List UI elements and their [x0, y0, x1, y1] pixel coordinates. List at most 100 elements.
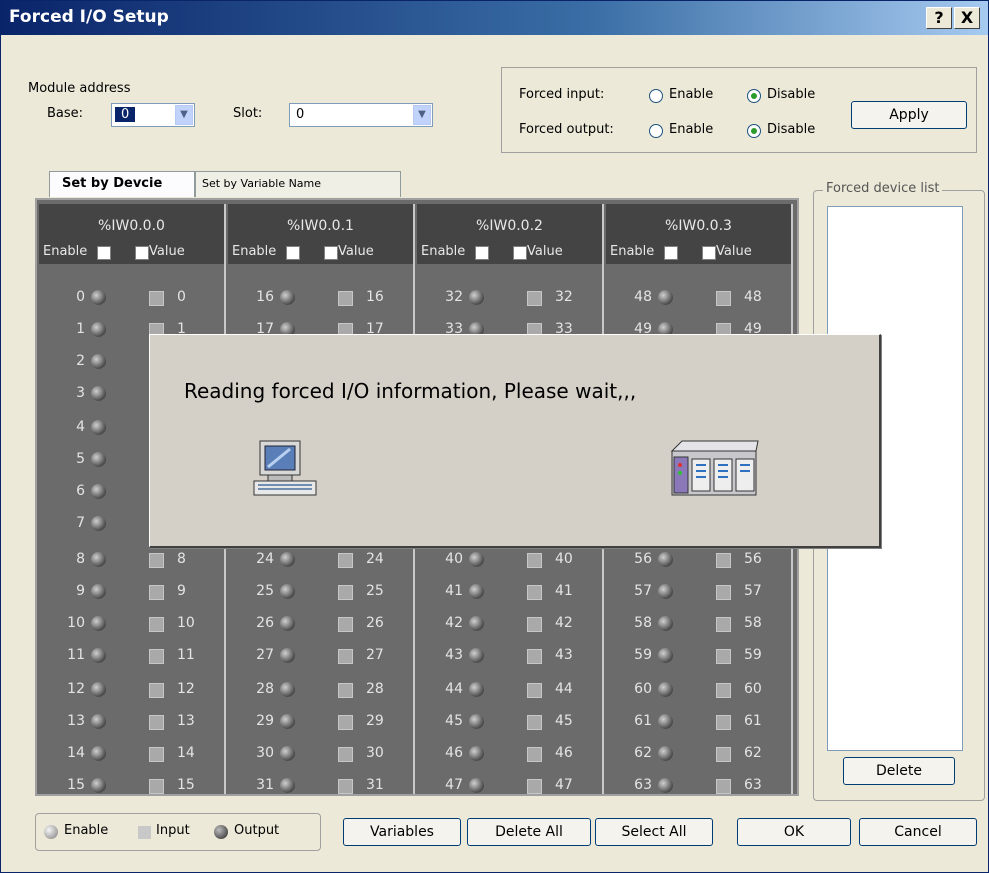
input-square-icon[interactable]: [527, 747, 542, 762]
input-square-icon[interactable]: [527, 553, 542, 568]
output-led-icon[interactable]: [91, 746, 106, 761]
forced-input-enable-radio[interactable]: [649, 89, 663, 103]
cancel-button[interactable]: Cancel: [859, 818, 977, 846]
input-square-icon[interactable]: [716, 585, 731, 600]
output-led-icon[interactable]: [280, 616, 295, 631]
output-led-icon[interactable]: [91, 386, 106, 401]
input-square-icon[interactable]: [716, 553, 731, 568]
input-square-icon[interactable]: [149, 553, 164, 568]
output-led-icon[interactable]: [469, 290, 484, 305]
delete-all-button[interactable]: Delete All: [467, 818, 591, 846]
output-led-icon[interactable]: [91, 714, 106, 729]
output-led-icon[interactable]: [658, 648, 673, 663]
output-led-icon[interactable]: [658, 290, 673, 305]
output-led-icon[interactable]: [280, 746, 295, 761]
input-square-icon[interactable]: [149, 747, 164, 762]
output-led-icon[interactable]: [91, 322, 106, 337]
input-square-icon[interactable]: [149, 715, 164, 730]
value-checkbox[interactable]: [135, 246, 149, 260]
input-square-icon[interactable]: [527, 585, 542, 600]
input-square-icon[interactable]: [149, 585, 164, 600]
output-led-icon[interactable]: [91, 420, 106, 435]
output-led-icon[interactable]: [91, 616, 106, 631]
input-square-icon[interactable]: [527, 291, 542, 306]
input-square-icon[interactable]: [527, 649, 542, 664]
output-led-icon[interactable]: [658, 682, 673, 697]
input-square-icon[interactable]: [338, 715, 353, 730]
input-square-icon[interactable]: [716, 617, 731, 632]
output-led-icon[interactable]: [91, 648, 106, 663]
output-led-icon[interactable]: [91, 552, 106, 567]
output-led-icon[interactable]: [469, 682, 484, 697]
tab-set-by-variable-name[interactable]: Set by Variable Name: [195, 171, 401, 197]
output-led-icon[interactable]: [280, 290, 295, 305]
output-led-icon[interactable]: [91, 778, 106, 793]
input-square-icon[interactable]: [716, 649, 731, 664]
input-square-icon[interactable]: [149, 683, 164, 698]
output-led-icon[interactable]: [91, 290, 106, 305]
value-checkbox[interactable]: [324, 246, 338, 260]
input-square-icon[interactable]: [338, 649, 353, 664]
input-square-icon[interactable]: [338, 683, 353, 698]
output-led-icon[interactable]: [91, 516, 106, 531]
enable-checkbox[interactable]: [475, 246, 489, 260]
output-led-icon[interactable]: [469, 584, 484, 599]
enable-checkbox[interactable]: [97, 246, 111, 260]
output-led-icon[interactable]: [469, 648, 484, 663]
output-led-icon[interactable]: [469, 616, 484, 631]
output-led-icon[interactable]: [280, 714, 295, 729]
input-square-icon[interactable]: [338, 553, 353, 568]
input-square-icon[interactable]: [716, 715, 731, 730]
output-led-icon[interactable]: [280, 648, 295, 663]
chevron-down-icon[interactable]: ▼: [413, 105, 431, 125]
select-all-button[interactable]: Select All: [595, 818, 713, 846]
input-square-icon[interactable]: [338, 585, 353, 600]
output-led-icon[interactable]: [280, 778, 295, 793]
input-square-icon[interactable]: [527, 683, 542, 698]
variables-button[interactable]: Variables: [343, 818, 461, 846]
output-led-icon[interactable]: [280, 552, 295, 567]
enable-checkbox[interactable]: [664, 246, 678, 260]
output-led-icon[interactable]: [658, 552, 673, 567]
forced-output-enable-radio[interactable]: [649, 124, 663, 138]
input-square-icon[interactable]: [527, 779, 542, 794]
output-led-icon[interactable]: [91, 682, 106, 697]
slot-select[interactable]: 0 ▼: [289, 103, 433, 127]
output-led-icon[interactable]: [658, 746, 673, 761]
input-square-icon[interactable]: [338, 779, 353, 794]
input-square-icon[interactable]: [338, 291, 353, 306]
value-checkbox[interactable]: [513, 246, 527, 260]
output-led-icon[interactable]: [658, 714, 673, 729]
value-checkbox[interactable]: [702, 246, 716, 260]
base-select[interactable]: 0 ▼: [111, 103, 195, 127]
output-led-icon[interactable]: [280, 584, 295, 599]
input-square-icon[interactable]: [149, 649, 164, 664]
help-button[interactable]: ?: [926, 7, 952, 29]
forced-input-disable-radio[interactable]: [747, 89, 761, 103]
input-square-icon[interactable]: [716, 291, 731, 306]
output-led-icon[interactable]: [658, 616, 673, 631]
input-square-icon[interactable]: [527, 617, 542, 632]
input-square-icon[interactable]: [149, 617, 164, 632]
ok-button[interactable]: OK: [737, 818, 851, 846]
input-square-icon[interactable]: [716, 683, 731, 698]
output-led-icon[interactable]: [280, 682, 295, 697]
input-square-icon[interactable]: [527, 715, 542, 730]
output-led-icon[interactable]: [91, 354, 106, 369]
delete-button[interactable]: Delete: [843, 757, 955, 785]
input-square-icon[interactable]: [338, 747, 353, 762]
forced-output-disable-radio[interactable]: [747, 124, 761, 138]
chevron-down-icon[interactable]: ▼: [175, 105, 193, 125]
output-led-icon[interactable]: [469, 778, 484, 793]
tab-set-by-device[interactable]: Set by Devcie: [49, 171, 195, 197]
enable-checkbox[interactable]: [286, 246, 300, 260]
input-square-icon[interactable]: [338, 617, 353, 632]
output-led-icon[interactable]: [469, 746, 484, 761]
apply-button[interactable]: Apply: [851, 101, 967, 129]
output-led-icon[interactable]: [658, 778, 673, 793]
input-square-icon[interactable]: [716, 779, 731, 794]
output-led-icon[interactable]: [91, 484, 106, 499]
output-led-icon[interactable]: [658, 584, 673, 599]
input-square-icon[interactable]: [149, 291, 164, 306]
output-led-icon[interactable]: [91, 584, 106, 599]
